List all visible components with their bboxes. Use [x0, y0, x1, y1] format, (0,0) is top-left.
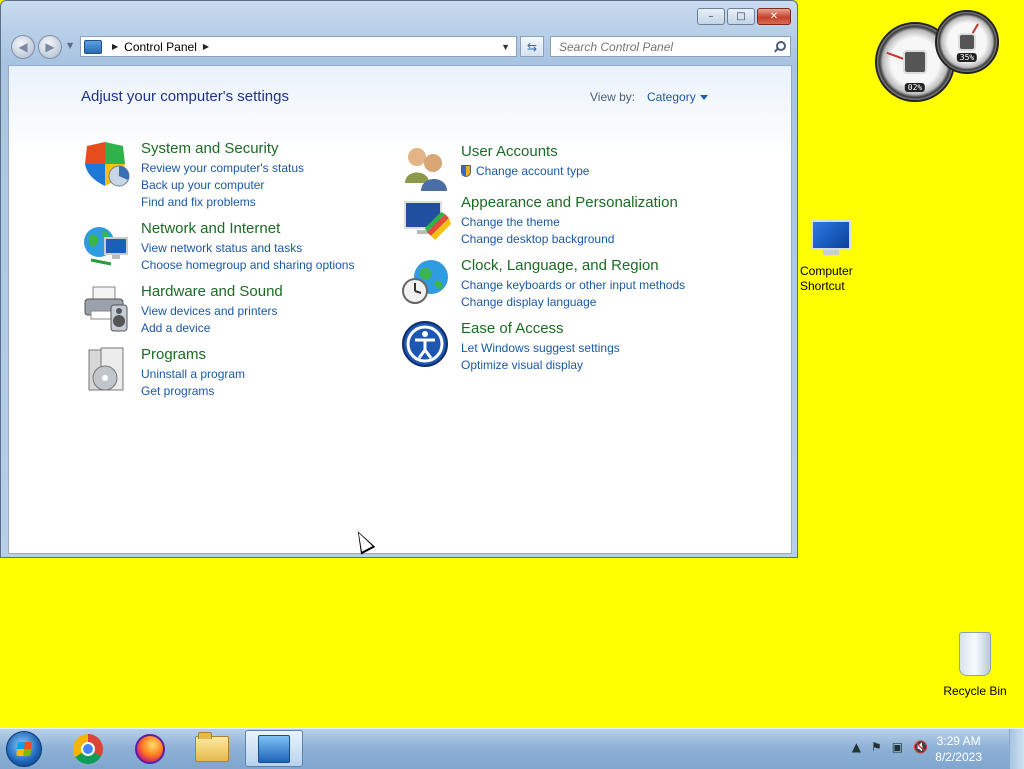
shield-icon[interactable]: [81, 140, 131, 190]
clock-time: 3:29 AM: [936, 734, 981, 748]
memory-meter-gadget[interactable]: 35%: [935, 10, 999, 74]
minimize-button[interactable]: –: [697, 8, 725, 25]
link-change-theme[interactable]: Change the theme: [461, 215, 560, 229]
category-appearance-and-personalization: Appearance and Personalization Change th…: [401, 194, 741, 246]
network-globe-icon[interactable]: [81, 220, 131, 270]
forward-button[interactable]: ▶: [38, 35, 62, 59]
link-change-display-language[interactable]: Change display language: [461, 295, 596, 309]
link-change-keyboards[interactable]: Change keyboards or other input methods: [461, 278, 685, 292]
network-icon[interactable]: ▣: [892, 740, 903, 754]
navigation-bar: ◀ ▶ ▼ ▶ Control Panel ▶ ▼ ⇆: [9, 35, 791, 59]
link-uninstall-program[interactable]: Uninstall a program: [141, 367, 245, 381]
recent-pages-dropdown-icon[interactable]: ▼: [67, 41, 73, 50]
link-label[interactable]: Change account type: [476, 164, 589, 178]
view-by-dropdown[interactable]: Category: [647, 90, 708, 104]
desktop-icon-computer-shortcut[interactable]: Computer Shortcut: [798, 220, 864, 294]
close-button[interactable]: ✕: [757, 8, 791, 25]
search-icon[interactable]: [774, 41, 786, 52]
category-title[interactable]: Ease of Access: [461, 320, 564, 337]
view-by-label: View by:: [590, 90, 636, 104]
link-review-computer-status[interactable]: Review your computer's status: [141, 161, 304, 175]
link-view-devices-printers[interactable]: View devices and printers: [141, 304, 278, 318]
memory-chip-icon: [958, 33, 976, 51]
show-desktop-button[interactable]: [1009, 729, 1024, 769]
desktop-icon-label: Recycle Bin: [943, 684, 1007, 698]
category-programs: Programs Uninstall a program Get program…: [81, 346, 381, 398]
control-panel-icon: [258, 734, 290, 763]
content-area: Adjust your computer's settings View by:…: [8, 65, 792, 554]
category-title[interactable]: Hardware and Sound: [141, 283, 283, 300]
control-panel-window: – □ ✕ ◀ ▶ ▼ ▶ Control Panel ▶ ▼ ⇆ Adjust…: [0, 0, 798, 558]
taskbar: ▲ ⚑ ▣ 🔇 3:29 AM 8/2/2023: [0, 728, 1024, 769]
clock[interactable]: 3:29 AM 8/2/2023: [935, 733, 982, 765]
caption-buttons: – □ ✕: [697, 8, 791, 25]
users-icon[interactable]: [401, 143, 451, 193]
breadcrumb-control-panel[interactable]: Control Panel: [124, 40, 197, 54]
link-change-account-type[interactable]: Change account type: [461, 164, 589, 178]
volume-muted-icon[interactable]: 🔇: [913, 740, 928, 754]
ease-of-access-icon[interactable]: [401, 320, 451, 370]
link-find-fix-problems[interactable]: Find and fix problems: [141, 195, 256, 209]
link-add-device[interactable]: Add a device: [141, 321, 210, 335]
firefox-icon: [135, 733, 165, 764]
chrome-icon: [73, 733, 103, 764]
maximize-button[interactable]: □: [727, 8, 755, 25]
desktop-icon-label: Computer: [800, 264, 853, 278]
page-title: Adjust your computer's settings: [81, 88, 289, 105]
category-clock-language-region: Clock, Language, and Region Change keybo…: [401, 257, 741, 309]
computer-icon: [811, 220, 851, 255]
taskbar-control-panel-button[interactable]: [245, 730, 303, 767]
category-title[interactable]: User Accounts: [461, 143, 558, 160]
view-by-value[interactable]: Category: [647, 90, 696, 104]
link-back-up-computer[interactable]: Back up your computer: [141, 178, 264, 192]
search-box[interactable]: [550, 36, 791, 57]
category-network-and-internet: Network and Internet View network status…: [81, 220, 381, 272]
category-title[interactable]: System and Security: [141, 140, 279, 157]
desktop-icon-recycle-bin[interactable]: Recycle Bin: [940, 632, 1010, 698]
clock-globe-icon[interactable]: [401, 257, 451, 307]
link-homegroup-sharing[interactable]: Choose homegroup and sharing options: [141, 258, 354, 272]
link-view-network-status[interactable]: View network status and tasks: [141, 241, 302, 255]
desktop-icon-label: Shortcut: [800, 279, 845, 293]
category-ease-of-access: Ease of Access Let Windows suggest setti…: [401, 320, 741, 372]
chevron-down-icon[interactable]: [699, 95, 708, 101]
printer-icon[interactable]: [81, 283, 131, 333]
uac-shield-icon: [461, 165, 471, 177]
category-title[interactable]: Programs: [141, 346, 206, 363]
folder-icon: [195, 731, 229, 762]
address-bar[interactable]: ▶ Control Panel ▶ ▼: [80, 36, 517, 57]
taskbar-chrome-button[interactable]: [59, 730, 117, 767]
show-hidden-icons-icon[interactable]: ▲: [852, 740, 861, 754]
search-input[interactable]: [557, 38, 766, 55]
breadcrumb-arrow-icon[interactable]: ▶: [112, 42, 118, 51]
link-suggest-settings[interactable]: Let Windows suggest settings: [461, 341, 620, 355]
clock-date: 8/2/2023: [935, 750, 982, 764]
category-hardware-and-sound: Hardware and Sound View devices and prin…: [81, 283, 381, 335]
category-user-accounts: User Accounts Change account type: [401, 143, 741, 193]
taskbar-firefox-button[interactable]: [121, 730, 179, 767]
recycle-bin-icon: [959, 632, 991, 676]
taskbar-explorer-button[interactable]: [183, 730, 241, 767]
system-tray: ▲ ⚑ ▣ 🔇: [852, 740, 928, 754]
cpu-chip-icon: [903, 50, 927, 74]
breadcrumb-arrow-icon[interactable]: ▶: [203, 42, 209, 51]
category-title[interactable]: Clock, Language, and Region: [461, 257, 659, 274]
category-title[interactable]: Network and Internet: [141, 220, 280, 237]
link-get-programs[interactable]: Get programs: [141, 384, 214, 398]
back-button[interactable]: ◀: [11, 35, 35, 59]
category-title[interactable]: Appearance and Personalization: [461, 194, 678, 211]
category-system-and-security: System and Security Review your computer…: [81, 140, 381, 210]
action-center-flag-icon[interactable]: ⚑: [871, 740, 882, 754]
cpu-percent: 02%: [904, 83, 926, 92]
programs-icon[interactable]: [81, 346, 131, 396]
memory-percent: 35%: [956, 53, 978, 62]
address-dropdown-icon[interactable]: ▼: [501, 42, 510, 52]
refresh-button[interactable]: ⇆: [520, 36, 544, 57]
control-panel-icon: [84, 39, 102, 54]
link-change-desktop-background[interactable]: Change desktop background: [461, 232, 614, 246]
monitor-palette-icon[interactable]: [401, 194, 451, 244]
link-optimize-visual-display[interactable]: Optimize visual display: [461, 358, 583, 372]
start-button[interactable]: [6, 731, 42, 767]
